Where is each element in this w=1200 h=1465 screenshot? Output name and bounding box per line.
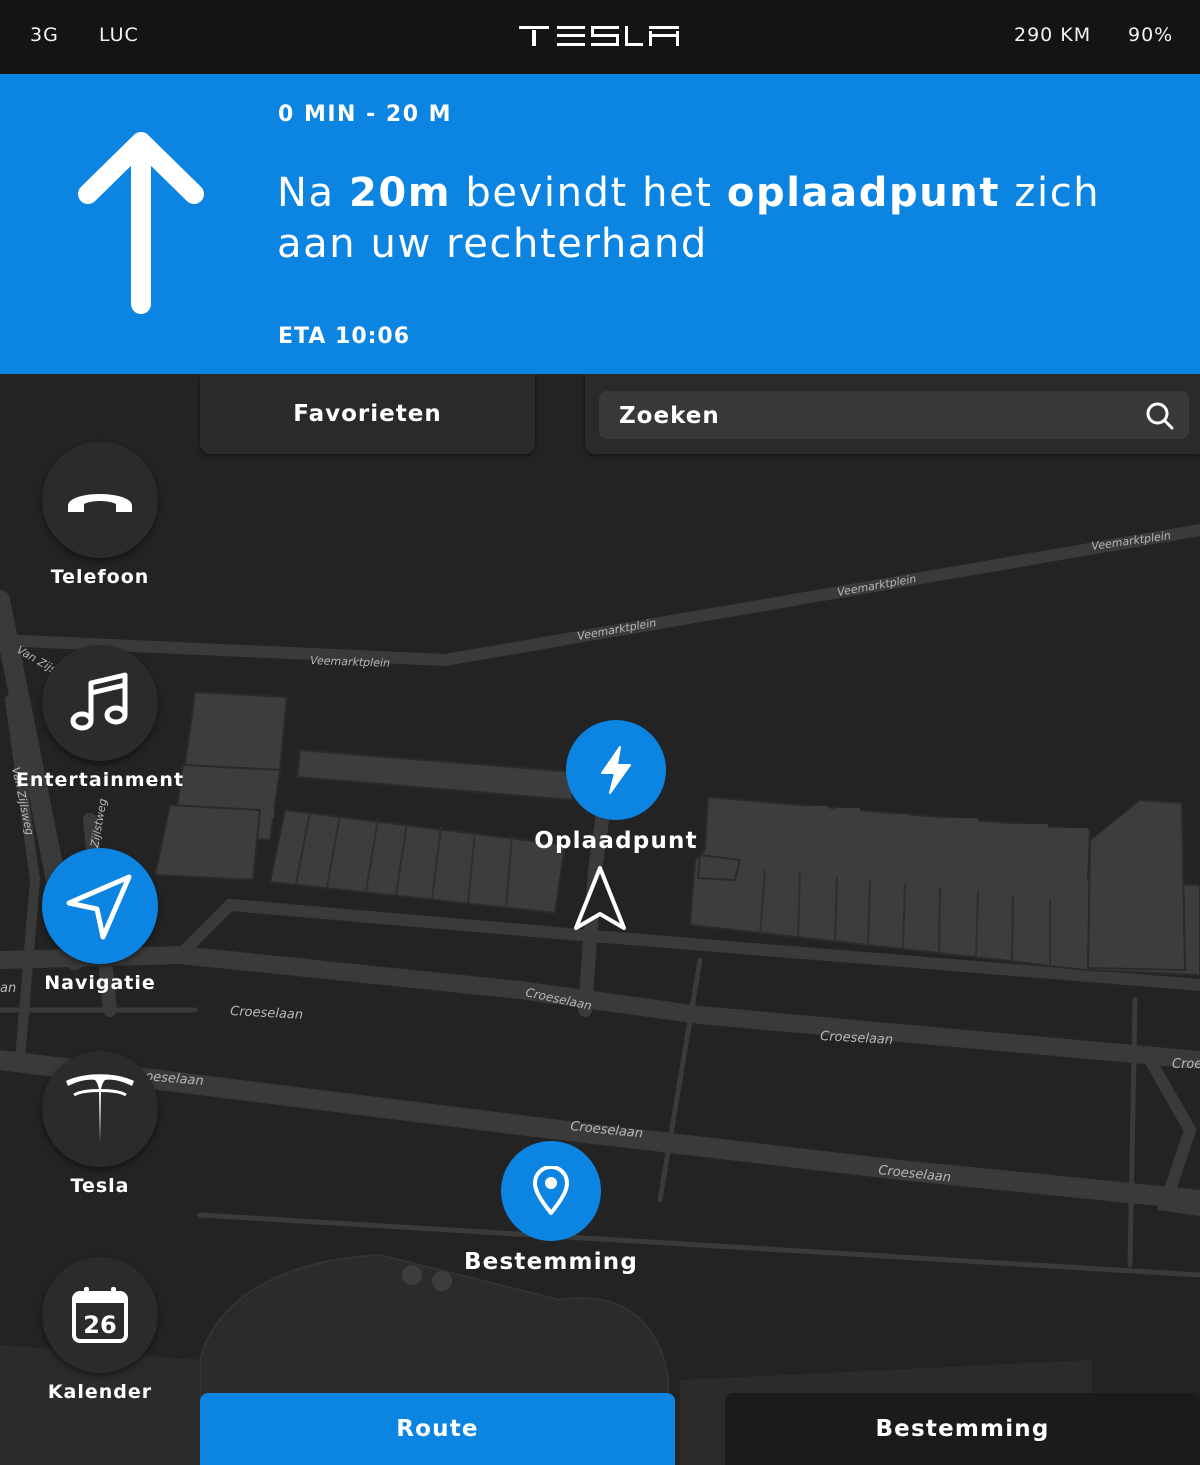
dock-entertainment[interactable]: Entertainment <box>0 645 200 791</box>
tesla-wordmark-logo <box>519 26 679 46</box>
navigation-button[interactable] <box>42 848 158 964</box>
charging-point-pin[interactable]: Oplaadpunt <box>516 720 716 854</box>
search-box[interactable] <box>599 391 1189 441</box>
pin-label: Oplaadpunt <box>534 828 698 854</box>
eta-label: ETA 10:06 <box>278 324 411 349</box>
lightning-icon <box>601 746 631 794</box>
search-icon[interactable] <box>1145 401 1175 431</box>
user-profile-name[interactable]: LUC <box>99 24 139 46</box>
route-tab-label: Route <box>396 1416 479 1442</box>
street-label: Croe <box>1172 1057 1200 1072</box>
favorites-button[interactable]: Favorieten <box>200 374 535 454</box>
charging-point-marker[interactable] <box>566 720 666 820</box>
building <box>696 853 742 882</box>
tesla-logo-icon <box>66 1074 134 1143</box>
dock-navigation[interactable]: Navigatie <box>0 848 200 994</box>
battery-indicator: 90% <box>1128 24 1174 46</box>
destination-marker[interactable] <box>501 1141 601 1241</box>
search-input[interactable] <box>617 391 1121 441</box>
turn-instruction-banner: 0 MIN - 20 M Na 20m bevindt het oplaadpu… <box>0 74 1200 374</box>
phone-button[interactable] <box>42 442 158 558</box>
dock-tesla[interactable]: Tesla <box>0 1051 200 1197</box>
network-indicator: 3G <box>30 24 59 46</box>
dock-label: Entertainment <box>15 769 185 791</box>
calendar-day: 26 <box>83 1311 116 1339</box>
favorites-label: Favorieten <box>293 401 442 427</box>
music-icon <box>70 672 128 731</box>
dock-label: Navigatie <box>44 972 156 994</box>
dock-phone[interactable]: Telefoon <box>0 442 200 588</box>
calendar-button[interactable]: 26 <box>42 1257 158 1373</box>
turn-instruction-text: Na 20m bevindt het oplaadpunt zich aan u… <box>277 170 1101 267</box>
route-tab[interactable]: Route <box>200 1393 675 1465</box>
dock-label: Tesla <box>70 1175 130 1197</box>
location-pin-icon <box>533 1166 569 1215</box>
destination-tab-label: Bestemming <box>875 1416 1050 1442</box>
range-indicator: 290 KM <box>1014 24 1092 46</box>
dock-label: Telefoon <box>50 566 150 588</box>
tesla-button[interactable] <box>42 1051 158 1167</box>
destination-pin[interactable]: Bestemming <box>451 1141 651 1275</box>
building <box>183 690 289 772</box>
distance-time-remaining: 0 MIN - 20 M <box>278 102 453 127</box>
entertainment-button[interactable] <box>42 645 158 761</box>
dock-calendar[interactable]: 26 Kalender <box>0 1257 200 1403</box>
status-bar: 3G LUC 290 KM 90% <box>0 0 1200 74</box>
dock-label: Kalender <box>47 1381 153 1403</box>
arrow-up-icon <box>78 132 204 314</box>
calendar-icon: 26 <box>72 1287 128 1343</box>
pin-label: Bestemming <box>463 1249 639 1275</box>
navigation-icon <box>66 874 132 940</box>
phone-icon <box>68 494 132 512</box>
car-position-arrow-icon <box>574 866 626 930</box>
search-panel <box>585 374 1200 454</box>
destination-tab[interactable]: Bestemming <box>725 1393 1200 1465</box>
